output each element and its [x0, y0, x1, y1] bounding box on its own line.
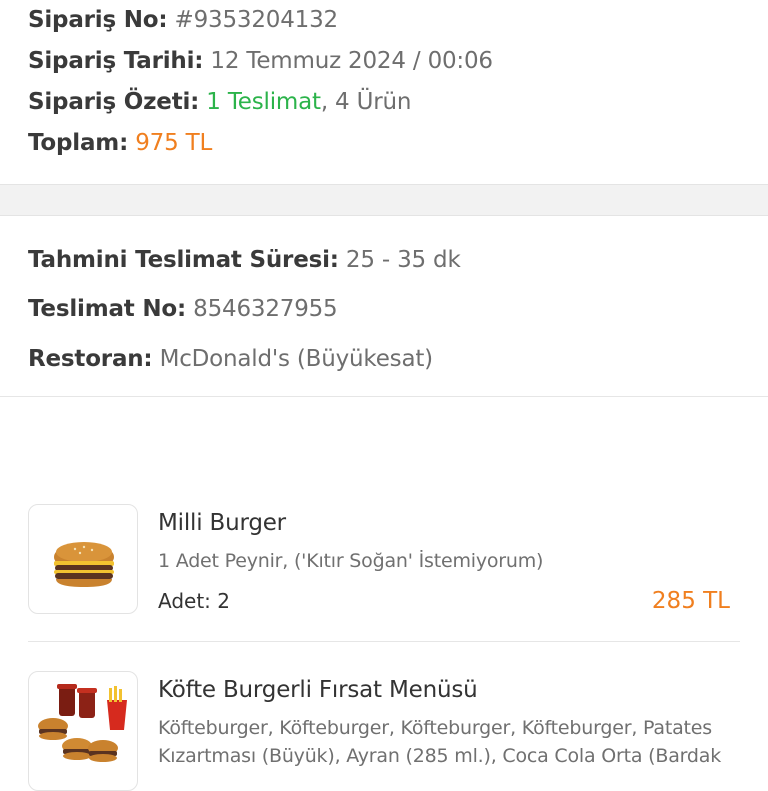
order-summary-delivery-link[interactable]: 1 Teslimat — [206, 89, 321, 115]
order-total-value: 975 TL — [135, 130, 213, 156]
product-description: 1 Adet Peynir, ('Kıtır Soğan' İstemiyoru… — [158, 550, 544, 572]
order-date-label: Sipariş Tarihi: — [28, 48, 204, 74]
burger-menu-icon — [38, 684, 127, 762]
order-summary-row: Sipariş Özeti: 1 Teslimat, 4 Ürün — [28, 87, 411, 117]
section-divider — [0, 396, 768, 397]
product-name: Köfte Burgerli Fırsat Menüsü — [158, 677, 478, 703]
product-price: 285 TL — [651, 588, 730, 614]
order-number-value: #9353204132 — [174, 7, 339, 33]
product-image — [28, 671, 138, 791]
product-divider — [28, 641, 740, 642]
order-total-row: Toplam: 975 TL — [28, 128, 212, 158]
delivery-number-label: Teslimat No: — [28, 296, 187, 322]
order-date-value: 12 Temmuz 2024 / 00:06 — [210, 48, 493, 74]
product-quantity: Adet: 2 — [158, 587, 230, 615]
restaurant-value: McDonald's (Büyükesat) — [159, 346, 434, 372]
order-date-row: Sipariş Tarihi: 12 Temmuz 2024 / 00:06 — [28, 46, 493, 76]
product-image — [28, 504, 138, 614]
delivery-time-label: Tahmini Teslimat Süresi: — [28, 247, 339, 273]
restaurant-label: Restoran: — [28, 346, 153, 372]
order-number-row: Sipariş No: #9353204132 — [28, 5, 338, 35]
order-summary-items: , 4 Ürün — [320, 89, 412, 115]
product-name: Milli Burger — [158, 510, 286, 536]
section-separator — [0, 184, 768, 216]
quantity-value: 2 — [217, 589, 231, 613]
quantity-label: Adet: — [158, 589, 211, 613]
delivery-time-row: Tahmini Teslimat Süresi: 25 - 35 dk — [28, 245, 461, 275]
product-description: Köfteburger, Köfteburger, Köfteburger, K… — [158, 717, 722, 767]
order-summary-label: Sipariş Özeti: — [28, 89, 200, 115]
burger-icon — [54, 542, 114, 587]
delivery-time-value: 25 - 35 dk — [345, 247, 461, 273]
order-total-label: Toplam: — [28, 130, 129, 156]
delivery-number-row: Teslimat No: 8546327955 — [28, 294, 338, 324]
delivery-number-value: 8546327955 — [193, 296, 338, 322]
order-number-label: Sipariş No: — [28, 7, 168, 33]
restaurant-row: Restoran: McDonald's (Büyükesat) — [28, 344, 433, 374]
